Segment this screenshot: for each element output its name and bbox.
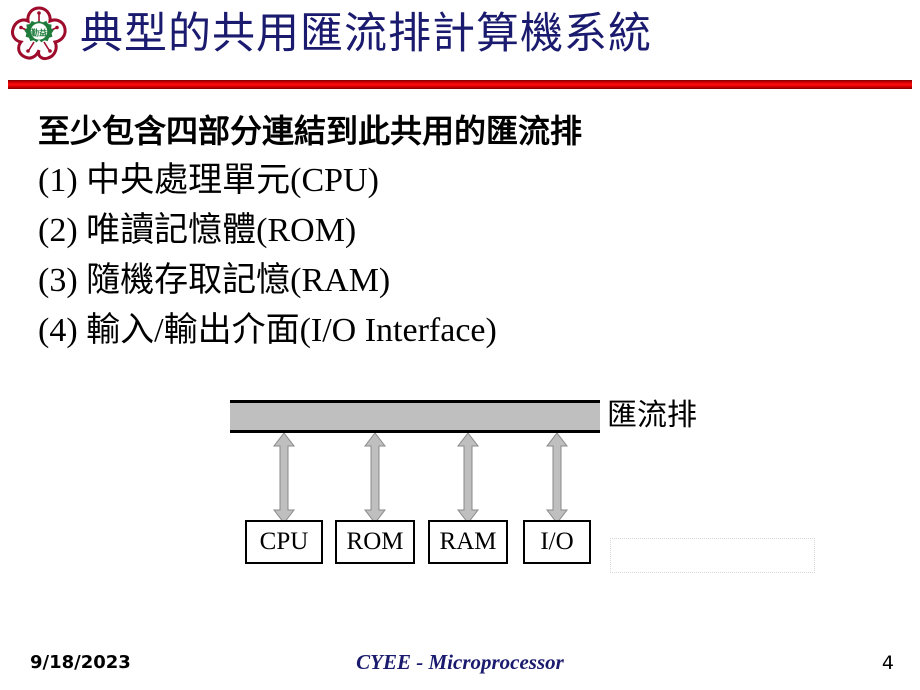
slide-canvas: 勤益 典型的共用匯流排計算機系統 至少包含四部分連結到此共用的匯流排 (1) 中… xyxy=(0,0,920,690)
body-list-item-3: (3) 隨機存取記憶(RAM) xyxy=(38,262,391,299)
svg-text:勤益: 勤益 xyxy=(31,27,47,37)
school-plum-blossom-logo: 勤益 xyxy=(8,4,70,66)
unit-box-io: I/O xyxy=(523,520,591,564)
shared-bus-bar xyxy=(230,400,600,433)
body-text-block: 至少包含四部分連結到此共用的匯流排 (1) 中央處理單元(CPU) (2) 唯讀… xyxy=(38,106,878,356)
bus-to-cpu-arrow xyxy=(272,432,296,524)
body-list-item-4: (4) 輸入/輸出介面(I/O Interface) xyxy=(38,312,497,349)
unit-box-rom: ROM xyxy=(335,520,415,564)
footer-course-title: CYEE - Microprocessor xyxy=(356,650,564,674)
bus-to-rom-arrow xyxy=(363,432,387,524)
body-intro-line: 至少包含四部分連結到此共用的匯流排 xyxy=(38,112,583,150)
unit-box-label: I/O xyxy=(540,528,574,555)
unit-box-label: ROM xyxy=(346,528,404,555)
unit-box-cpu: CPU xyxy=(245,520,323,564)
title-divider-rule xyxy=(8,80,912,89)
body-list-item-1: (1) 中央處理單元(CPU) xyxy=(38,162,379,199)
bus-to-ram-arrow xyxy=(456,432,480,524)
bus-to-io-arrow xyxy=(545,432,569,524)
empty-placeholder-box xyxy=(610,538,815,573)
footer-page-number: 4 xyxy=(881,652,894,674)
unit-box-label: RAM xyxy=(439,528,497,555)
unit-box-label: CPU xyxy=(259,528,309,555)
body-list-item-2: (2) 唯讀記憶體(ROM) xyxy=(38,212,357,249)
bus-label: 匯流排 xyxy=(607,399,697,432)
page-title: 典型的共用匯流排計算機系統 xyxy=(80,11,652,58)
unit-box-ram: RAM xyxy=(428,520,508,564)
